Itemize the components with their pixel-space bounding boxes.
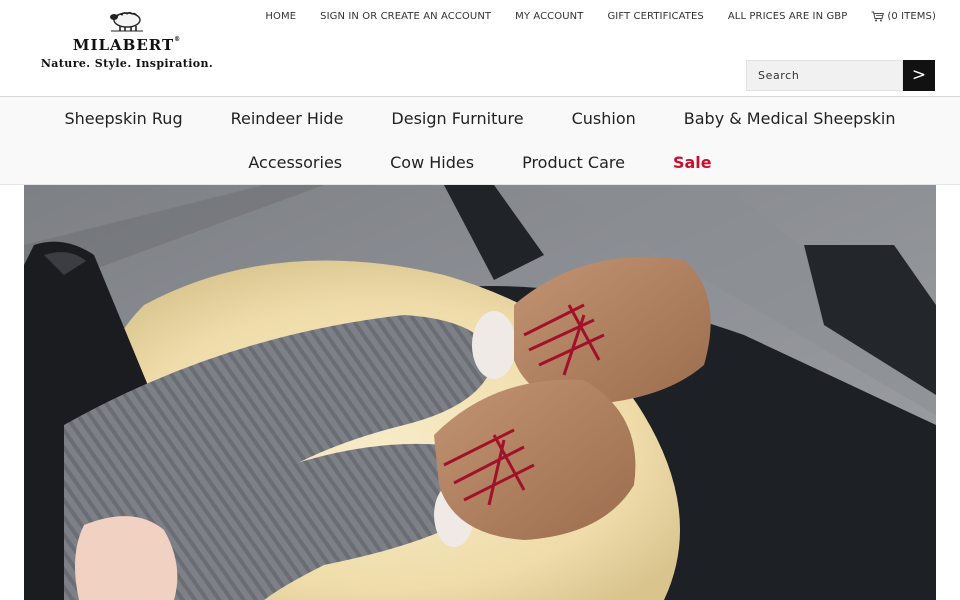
gift-certificates-link[interactable]: GIFT CERTIFICATES: [607, 11, 703, 22]
cart-link[interactable]: (0 ITEMS): [871, 11, 936, 22]
category-row-2: Accessories Cow Hides Product Care Sale: [0, 153, 960, 172]
search-input[interactable]: [746, 60, 903, 91]
cart-count: (0 ITEMS): [887, 11, 936, 22]
home-link[interactable]: HOME: [265, 11, 296, 22]
currency-link[interactable]: ALL PRICES ARE IN GBP: [728, 11, 848, 22]
signin-link[interactable]: SIGN IN OR CREATE AN ACCOUNT: [320, 11, 491, 22]
search-submit-button[interactable]: >: [903, 60, 935, 91]
my-account-link[interactable]: MY ACCOUNT: [515, 11, 583, 22]
category-row-1: Sheepskin Rug Reindeer Hide Design Furni…: [0, 109, 960, 128]
cart-icon: [871, 11, 885, 22]
category-cushion[interactable]: Cushion: [572, 109, 636, 128]
search-form: >: [746, 60, 935, 91]
category-cow-hides[interactable]: Cow Hides: [390, 153, 474, 172]
category-accessories[interactable]: Accessories: [248, 153, 342, 172]
brand-logo[interactable]: MILABERT® Nature. Style. Inspiration.: [32, 8, 222, 84]
site-header: MILABERT® Nature. Style. Inspiration. HO…: [0, 0, 960, 97]
category-design-furniture[interactable]: Design Furniture: [391, 109, 523, 128]
hero-photo: [24, 185, 936, 600]
category-sheepskin-rug[interactable]: Sheepskin Rug: [64, 109, 182, 128]
brand-name: MILABERT®: [72, 36, 182, 54]
category-reindeer-hide[interactable]: Reindeer Hide: [231, 109, 344, 128]
brand-tagline: Nature. Style. Inspiration.: [40, 57, 214, 70]
category-product-care[interactable]: Product Care: [522, 153, 625, 172]
category-baby-medical-sheepskin[interactable]: Baby & Medical Sheepskin: [684, 109, 896, 128]
sheep-logo-icon: [110, 11, 143, 32]
hero-banner-image[interactable]: [24, 185, 936, 600]
top-navigation: HOME SIGN IN OR CREATE AN ACCOUNT MY ACC…: [241, 11, 936, 22]
category-sale[interactable]: Sale: [673, 153, 712, 172]
category-navigation: Sheepskin Rug Reindeer Hide Design Furni…: [0, 97, 960, 185]
